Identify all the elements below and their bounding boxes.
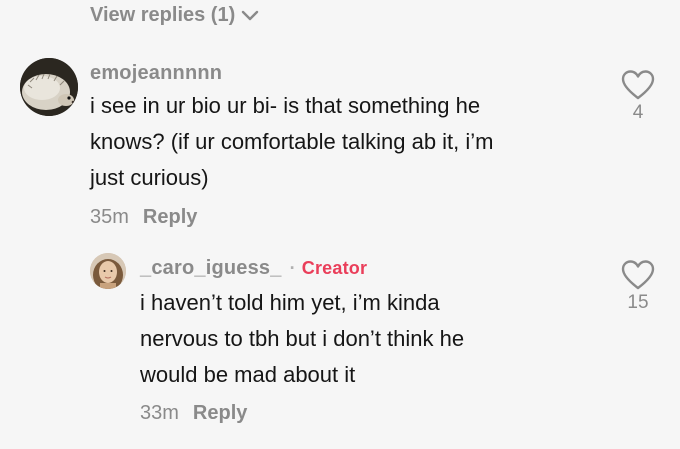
heart-outline-icon: [621, 70, 655, 100]
reply-timestamp: 33m: [140, 402, 179, 424]
replier-username[interactable]: _caro_iguess_: [140, 257, 282, 280]
replier-username-row: _caro_iguess_ · Creator: [140, 257, 367, 280]
reply-reply-button[interactable]: Reply: [193, 402, 247, 425]
view-replies-button[interactable]: View replies (1): [90, 4, 259, 27]
comment-timestamp: 35m: [90, 206, 129, 228]
reply-like-button[interactable]: 15: [616, 260, 660, 314]
heart-outline-icon: [621, 260, 655, 290]
separator-dot: ·: [289, 258, 296, 278]
replier-avatar[interactable]: [90, 253, 126, 289]
view-replies-label: View replies (1): [90, 4, 236, 26]
reply-meta: 33m Reply: [140, 402, 247, 425]
comment-text: i see in ur bio ur bi- is that something…: [90, 93, 494, 190]
comment-like-count: 4: [632, 102, 644, 123]
reply-text: i haven’t told him yet, i’m kinda nervou…: [140, 290, 465, 387]
reply-like-count: 15: [627, 292, 649, 313]
comment-like-button[interactable]: 4: [616, 70, 660, 124]
commenter-avatar[interactable]: [20, 58, 78, 116]
creator-badge: Creator: [301, 258, 368, 278]
comments-panel: View replies (1) emojeannnnn i see in ur…: [0, 0, 680, 449]
comment-meta: 35m Reply: [90, 206, 197, 229]
comment-reply-button[interactable]: Reply: [143, 206, 197, 229]
chevron-down-icon: [242, 10, 259, 20]
commenter-username[interactable]: emojeannnnn: [90, 62, 222, 85]
